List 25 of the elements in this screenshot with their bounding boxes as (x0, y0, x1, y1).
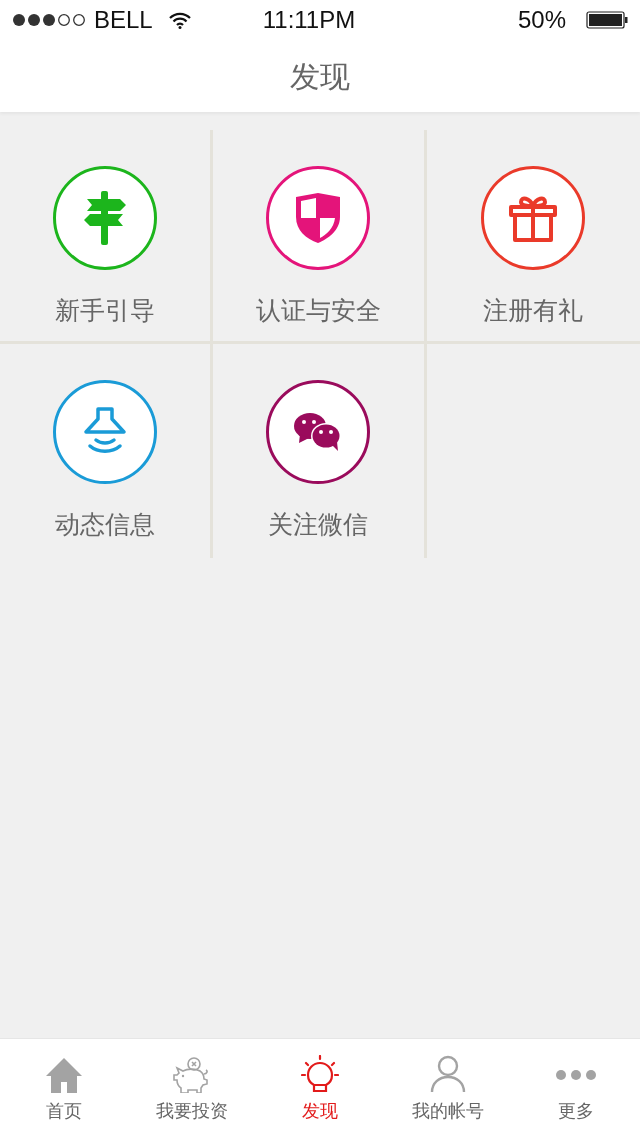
more-icon (555, 1069, 597, 1081)
tab-item[interactable]: 我要投资 (128, 1039, 256, 1136)
tab-item[interactable]: 发现 (256, 1039, 384, 1136)
battery-icon (586, 11, 628, 29)
signal-icon (12, 13, 86, 27)
shield-icon (294, 192, 343, 244)
tile-label[interactable]: 认证与安全 (256, 292, 381, 330)
signpost-icon (82, 191, 129, 245)
chat-icon (294, 412, 343, 452)
piggy-bank-icon (173, 1057, 211, 1093)
clock-time: 11:11PM (262, 5, 356, 35)
battery-percent: 50% (517, 5, 566, 35)
person-icon (430, 1055, 466, 1093)
page-title: 发现 (290, 57, 350, 96)
tile-label[interactable]: 新手引导 (55, 292, 156, 330)
tile-label[interactable]: 动态信息 (55, 506, 156, 544)
tab-item[interactable]: 我的帐号 (384, 1039, 512, 1136)
tile-label[interactable]: 注册有礼 (483, 292, 584, 330)
wifi-icon (168, 11, 191, 29)
home-icon (45, 1057, 83, 1093)
tab-item[interactable]: 更多 (512, 1039, 640, 1136)
carrier-name: BELL (94, 5, 153, 35)
tile-label[interactable]: 关注微信 (268, 506, 369, 544)
tab-item[interactable]: 首页 (0, 1039, 128, 1136)
light-bulb-icon (301, 1055, 339, 1093)
